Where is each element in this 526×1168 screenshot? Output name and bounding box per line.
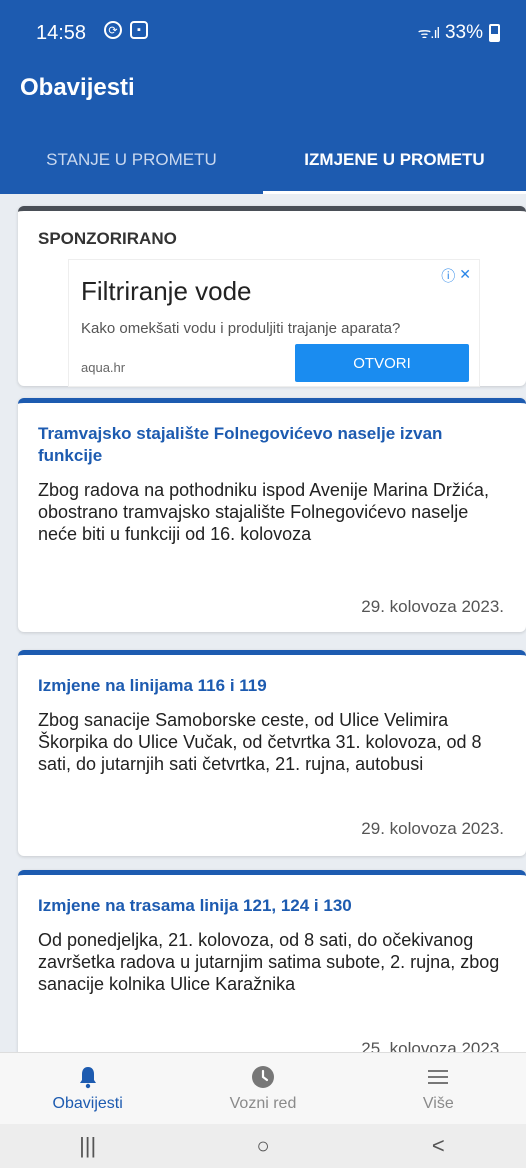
nav-label: Obavijesti: [52, 1095, 123, 1112]
back-button[interactable]: <: [351, 1124, 526, 1168]
tab-bar: STANJE U PROMETU IZMJENE U PROMETU: [0, 138, 526, 194]
bell-icon: [79, 1067, 96, 1089]
nav-vozni-red[interactable]: Vozni red: [175, 1053, 350, 1124]
bottom-navigation: Obavijesti Vozni red Više: [0, 1052, 526, 1124]
menu-icon: [428, 1070, 449, 1084]
sponsored-card: SPONZORIRANO Filtriranje vode ⓘ ✕ Kako o…: [18, 206, 526, 387]
nav-label: Vozni red: [229, 1095, 297, 1112]
notice-date: 29. kolovoza 2023.: [361, 819, 504, 838]
ad-title[interactable]: Filtriranje vode: [81, 276, 252, 307]
ad-description: Kako omekšati vodu i produljiti trajanje…: [81, 320, 401, 337]
clock-icon: [251, 1066, 274, 1088]
screen-icon: ▪: [130, 21, 148, 39]
status-time: 14:58: [36, 22, 87, 44]
tab-stanje-u-prometu[interactable]: STANJE U PROMETU: [0, 138, 263, 194]
ad-domain: aqua.hr: [81, 360, 126, 375]
system-navigation: ||| ○ <: [0, 1124, 526, 1168]
ad-open-button[interactable]: OTVORI: [295, 344, 469, 382]
app-header: 14:58 ⟳ ▪ ᯤ.ıl 33% Obavijesti STANJE U P…: [0, 0, 526, 194]
tab-izmjene-u-prometu[interactable]: IZMJENE U PROMETU: [263, 138, 526, 194]
ad-banner[interactable]: Filtriranje vode ⓘ ✕ Kako omekšati vodu …: [68, 259, 480, 387]
notice-card[interactable]: Izmjene na linijama 116 i 119 Zbog sanac…: [18, 650, 526, 856]
ad-close-icon[interactable]: ✕: [459, 266, 471, 286]
page-title: Obavijesti: [20, 74, 135, 101]
battery-icon: [489, 24, 500, 42]
nav-label: Više: [422, 1095, 454, 1112]
recents-button[interactable]: |||: [0, 1124, 175, 1168]
nav-obavijesti[interactable]: Obavijesti: [0, 1053, 175, 1124]
notice-body: Zbog radova na pothodniku ispod Avenije …: [38, 480, 489, 544]
notice-title[interactable]: Izmjene na trasama linija 121, 124 i 130: [38, 895, 506, 917]
notice-list[interactable]: SPONZORIRANO Filtriranje vode ⓘ ✕ Kako o…: [0, 194, 526, 1052]
status-bar: 14:58 ⟳ ▪ ᯤ.ıl 33%: [0, 0, 526, 62]
ad-info-icon[interactable]: ⓘ: [441, 266, 455, 286]
notice-card[interactable]: Tramvajsko stajalište Folnegovićevo nase…: [18, 398, 526, 632]
notice-card[interactable]: Izmjene na trasama linija 121, 124 i 130…: [18, 870, 526, 1052]
notification-icon: ⟳: [104, 21, 122, 39]
home-button[interactable]: ○: [175, 1124, 350, 1168]
notice-body: Zbog sanacije Samoborske ceste, od Ulice…: [38, 710, 482, 774]
notice-title[interactable]: Izmjene na linijama 116 i 119: [38, 675, 506, 697]
notice-date: 25. kolovoza 2023.: [361, 1039, 504, 1052]
notice-date: 29. kolovoza 2023.: [361, 597, 504, 616]
signal-icon: ᯤ.ıl: [417, 25, 440, 42]
notice-title[interactable]: Tramvajsko stajalište Folnegovićevo nase…: [38, 423, 506, 467]
nav-vise[interactable]: Više: [351, 1053, 526, 1124]
sponsored-label: SPONZORIRANO: [38, 229, 177, 248]
battery-percent: 33%: [444, 22, 483, 43]
notice-body: Od ponedjeljka, 21. kolovoza, od 8 sati,…: [38, 930, 500, 994]
